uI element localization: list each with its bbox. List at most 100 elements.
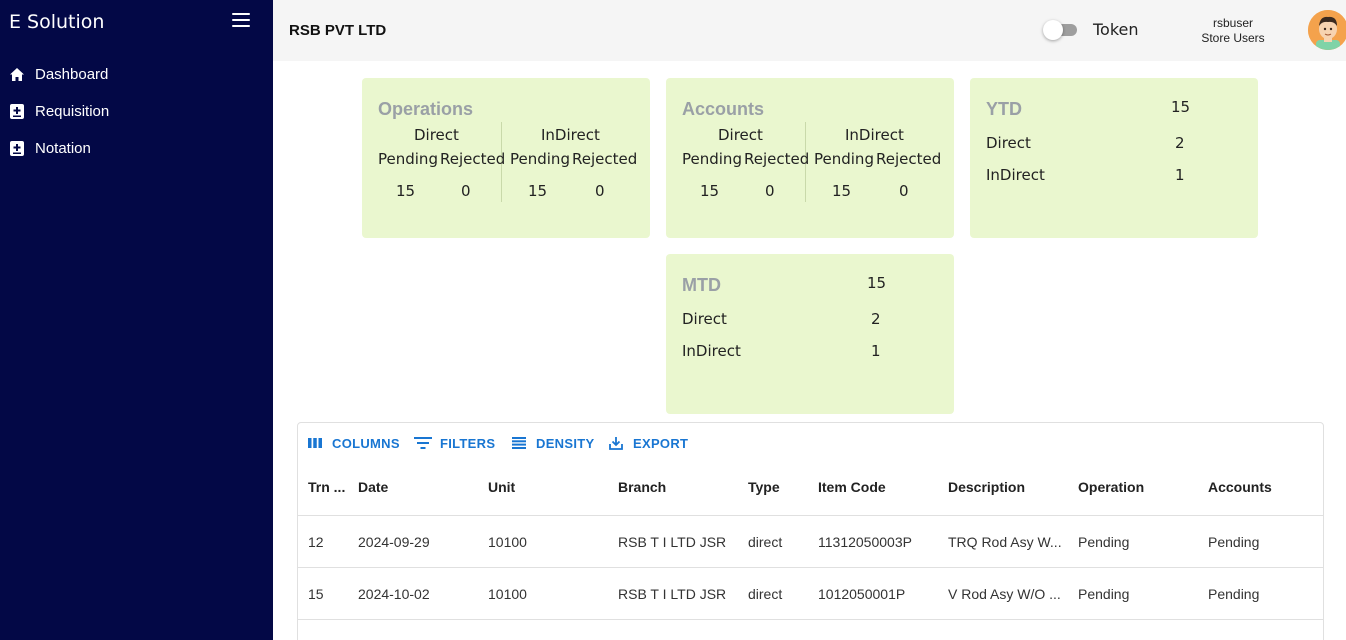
- add-box-icon: [9, 104, 25, 120]
- column-header-trn[interactable]: Trn ...: [308, 479, 345, 495]
- column-header-item-code[interactable]: Item Code: [818, 479, 886, 495]
- filters-label: FILTERS: [440, 435, 496, 451]
- ytd-card: YTD 15 Direct 2 InDirect 1: [970, 78, 1258, 238]
- column-header-unit[interactable]: Unit: [488, 479, 515, 495]
- user-role: Store Users: [1201, 31, 1265, 45]
- table-row[interactable]: 12 2024-09-29 10100 RSB T I LTD JSR dire…: [298, 515, 1323, 567]
- token-toggle[interactable]: [1043, 20, 1079, 40]
- cell-date: 2024-10-02: [358, 586, 430, 602]
- direct-label: Direct: [718, 126, 763, 144]
- cell-accounts: Pending: [1208, 534, 1260, 550]
- column-header-operation[interactable]: Operation: [1078, 479, 1144, 495]
- home-icon: [9, 67, 25, 83]
- indirect-label: InDirect: [682, 342, 741, 360]
- table-row[interactable]: 15 2024-10-02 10100 RSB T I LTD JSR dire…: [298, 567, 1323, 619]
- indirect-label: InDirect: [986, 166, 1045, 184]
- direct-label: Direct: [682, 310, 727, 328]
- export-button[interactable]: EXPORT: [607, 435, 688, 451]
- columns-button[interactable]: COLUMNS: [306, 435, 400, 451]
- density-button[interactable]: DENSITY: [510, 435, 594, 451]
- density-label: DENSITY: [536, 435, 595, 451]
- card-title: Operations: [378, 99, 474, 119]
- top-header: RSB PVT LTD Token rsbuser Store Users: [273, 0, 1346, 61]
- indirect-rejected-value: 0: [899, 182, 909, 200]
- mtd-direct-value: 2: [871, 310, 881, 328]
- cell-branch: RSB T I LTD JSR: [618, 586, 727, 602]
- columns-icon: [306, 435, 324, 451]
- column-header-accounts[interactable]: Accounts: [1208, 479, 1272, 495]
- sidebar-item-notation[interactable]: Notation: [9, 140, 91, 157]
- indirect-label: InDirect: [541, 126, 600, 144]
- sidebar-item-requisition[interactable]: Requisition: [9, 103, 109, 120]
- direct-rejected-value: 0: [765, 182, 775, 200]
- cell-trn: 12: [308, 534, 324, 550]
- rejected-label: Rejected: [744, 150, 810, 168]
- export-label: EXPORT: [633, 435, 689, 451]
- filters-button[interactable]: FILTERS: [414, 435, 495, 451]
- cell-accounts: Pending: [1208, 586, 1260, 602]
- direct-pending-value: 15: [396, 182, 416, 200]
- mtd-indirect-value: 1: [871, 342, 881, 360]
- app-brand: E Solution: [9, 11, 105, 33]
- mtd-card: MTD 15 Direct 2 InDirect 1: [666, 254, 954, 414]
- table-row[interactable]: [298, 619, 1323, 640]
- cell-unit: 10100: [488, 586, 527, 602]
- indirect-label: InDirect: [845, 126, 904, 144]
- direct-pending-value: 15: [700, 182, 720, 200]
- sidebar-item-label: Requisition: [35, 103, 110, 120]
- cell-operation: Pending: [1078, 586, 1130, 602]
- column-header-type[interactable]: Type: [748, 479, 780, 495]
- column-header-branch[interactable]: Branch: [618, 479, 666, 495]
- data-grid: COLUMNS FILTERS DENSITY EXPORT Trn ... D…: [297, 422, 1324, 640]
- cell-description: TRQ Rod Asy W...: [948, 534, 1062, 550]
- cell-unit: 10100: [488, 534, 527, 550]
- column-header-date[interactable]: Date: [358, 479, 388, 495]
- direct-rejected-value: 0: [461, 182, 471, 200]
- cell-operation: Pending: [1078, 534, 1130, 550]
- user-name: rsbuser: [1212, 16, 1253, 30]
- filter-icon: [414, 435, 432, 451]
- sidebar: E Solution Dashboard Requisition Notatio…: [0, 0, 273, 640]
- rejected-label: Rejected: [440, 150, 506, 168]
- direct-label: Direct: [986, 134, 1031, 152]
- ytd-indirect-value: 1: [1175, 166, 1185, 184]
- cell-branch: RSB T I LTD JSR: [618, 534, 727, 550]
- operations-card: Operations Direct InDirect Pending Rejec…: [362, 78, 650, 238]
- indirect-pending-value: 15: [832, 182, 852, 200]
- cell-type: direct: [748, 534, 783, 550]
- rejected-label: Rejected: [876, 150, 942, 168]
- menu-toggle-icon[interactable]: [232, 13, 250, 29]
- mtd-total-value: 15: [867, 274, 887, 292]
- pending-label: Pending: [378, 150, 438, 168]
- pending-label: Pending: [510, 150, 570, 168]
- rejected-label: Rejected: [572, 150, 638, 168]
- cell-item-code: 11312050003P: [818, 534, 912, 550]
- column-header-description[interactable]: Description: [948, 479, 1025, 495]
- density-icon: [510, 435, 528, 451]
- cell-type: direct: [748, 586, 783, 602]
- pending-label: Pending: [682, 150, 742, 168]
- sidebar-item-dashboard[interactable]: Dashboard: [9, 66, 108, 83]
- avatar[interactable]: [1308, 10, 1346, 50]
- indirect-pending-value: 15: [528, 182, 548, 200]
- token-label: Token: [1093, 20, 1139, 39]
- sidebar-item-label: Dashboard: [35, 66, 109, 83]
- cell-trn: 15: [308, 586, 324, 602]
- cell-description: V Rod Asy W/O ...: [948, 586, 1061, 602]
- indirect-rejected-value: 0: [595, 182, 605, 200]
- accounts-card: Accounts Direct InDirect Pending Rejecte…: [666, 78, 954, 238]
- card-title: Accounts: [682, 99, 765, 119]
- company-name: RSB PVT LTD: [289, 22, 387, 39]
- ytd-direct-value: 2: [1175, 134, 1185, 152]
- sidebar-item-label: Notation: [35, 140, 91, 157]
- cell-item-code: 1012050001P: [818, 586, 906, 602]
- add-box-icon: [9, 141, 25, 157]
- card-title: YTD: [986, 99, 1022, 119]
- columns-label: COLUMNS: [332, 435, 400, 451]
- download-icon: [607, 435, 625, 451]
- direct-label: Direct: [414, 126, 459, 144]
- cell-date: 2024-09-29: [358, 534, 430, 550]
- pending-label: Pending: [814, 150, 874, 168]
- card-title: MTD: [682, 275, 721, 295]
- ytd-total-value: 15: [1171, 98, 1191, 116]
